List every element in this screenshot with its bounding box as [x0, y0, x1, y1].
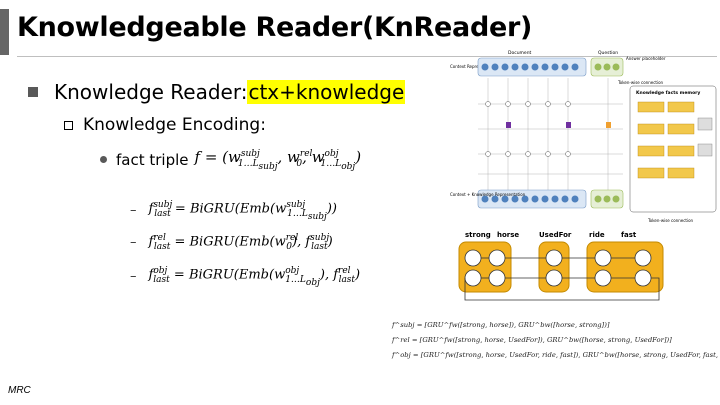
bullet-fact-triple: fact triple f = (wsubj1…Lsubj, wrel0, wo…	[100, 148, 361, 172]
token-wise-label: Token-wise connection	[617, 80, 664, 85]
question-label: Question	[598, 50, 618, 56]
formula-obj: f^obj = [GRU^fw([strong, horse, UsedFor,…	[392, 351, 720, 359]
answer-placeholder-label: Answer placeholder	[626, 56, 666, 61]
equation-obj: – fobjlast = BiGRU(Emb(wobj1…Lobj), frel…	[130, 266, 361, 288]
word-fast: fast	[621, 231, 637, 239]
square-bullet-icon	[28, 87, 38, 97]
document-label: Document	[508, 50, 532, 56]
page-title: Knowledgeable Reader(KnReader)	[17, 12, 533, 43]
dash-bullet-icon: –	[130, 234, 137, 250]
footer-label: MRC	[8, 385, 31, 396]
title-accent-bar	[0, 9, 9, 55]
fact-chain-diagram: strong horse UsedFor ride fast	[458, 231, 664, 301]
knreader-architecture-diagram: Document Question Answer placeholder Con…	[450, 50, 717, 223]
subj-group-box	[458, 241, 512, 293]
knowledge-repr-label: Context + Knowledge Representation	[450, 192, 526, 197]
fact-triple-label: fact triple	[116, 150, 189, 169]
formula-subj: f^subj = [GRU^fw([strong, horse]), GRU^b…	[392, 321, 610, 329]
bullet-knowledge-encoding-label: Knowledge Encoding:	[83, 115, 266, 135]
bullet-knowledge-reader-label: Knowledge Reader:	[54, 80, 248, 104]
word-horse: horse	[497, 231, 519, 239]
fact-triple-formula: f = (wsubj1…Lsubj, wrel0, wobj1…Lobj)	[194, 148, 362, 172]
equation-rel: – frellast = BiGRU(Emb(wrel0), fsubjlast…	[130, 233, 333, 252]
word-usedfor: UsedFor	[539, 231, 572, 239]
gru-formulas: f^subj = [GRU^fw([strong, horse]), GRU^b…	[392, 318, 720, 363]
word-strong: strong	[465, 231, 491, 239]
formula-rel: f^rel = [GRU^fw([strong, horse, UsedFor]…	[392, 336, 672, 344]
kfm-title: Knowledge facts memory	[636, 90, 700, 96]
bullet-knowledge-encoding: Knowledge Encoding:	[64, 115, 266, 135]
hollow-square-bullet-icon	[64, 120, 73, 130]
highlighted-ctx-knowledge: ctx+knowledge	[247, 80, 406, 104]
dash-bullet-icon: –	[130, 203, 137, 219]
equation-subj: – fsubjlast = BiGRU(Emb(wsubj1…Lsubj))	[130, 200, 337, 222]
token-wise-bottom-label: Token-wise connection	[647, 218, 694, 223]
slide: Knowledgeable Reader(KnReader) Knowledge…	[0, 0, 720, 405]
word-ride: ride	[589, 231, 605, 239]
dot-bullet-icon	[100, 156, 107, 164]
dash-bullet-icon: –	[130, 269, 137, 285]
bullet-knowledge-reader: Knowledge Reader: ctx+knowledge	[28, 80, 406, 104]
